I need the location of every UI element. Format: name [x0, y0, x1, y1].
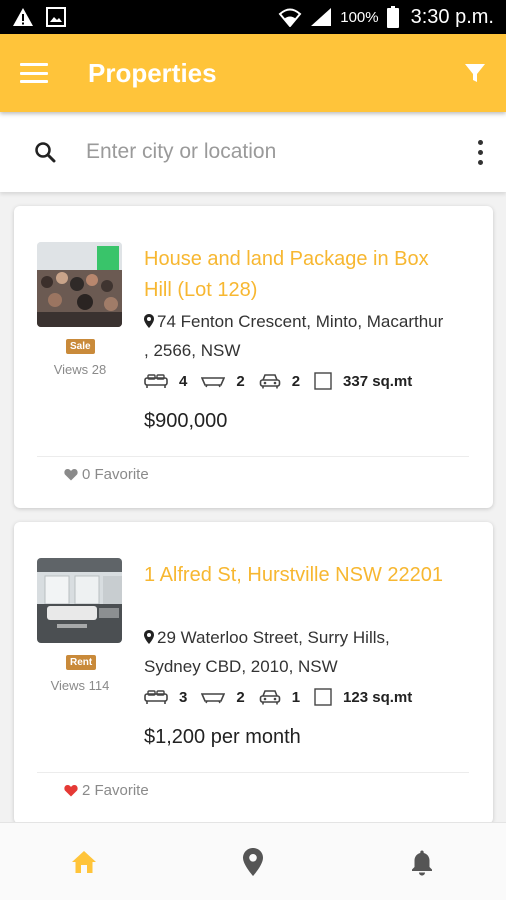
heart-icon [64, 469, 78, 481]
card-divider [37, 772, 469, 773]
area-size: 123 sq.mt [343, 688, 413, 706]
search-bar [0, 112, 506, 192]
property-photo[interactable] [37, 558, 122, 643]
address-text: 29 Waterloo Street, Surry Hills, Sydney … [144, 628, 390, 676]
app-bar: Properties [0, 34, 506, 112]
property-price: $1,200 per month [144, 726, 301, 748]
cars-count: 1 [291, 688, 301, 706]
favorite-count: 2 Favorite [82, 782, 149, 799]
signal-icon [311, 8, 332, 26]
image-icon [46, 7, 66, 27]
filter-icon[interactable] [464, 62, 486, 84]
property-price: $900,000 [144, 410, 228, 432]
favorite-count: 0 Favorite [82, 466, 149, 483]
property-features: 3 2 1 123 sq.mt [144, 688, 426, 706]
search-input[interactable] [86, 140, 476, 164]
page-title: Properties [88, 57, 217, 88]
property-card[interactable]: Sale Views 28 House and land Package in … [14, 206, 493, 508]
status-time: 3:30 p.m. [410, 5, 494, 28]
listing-type-badge: Rent [66, 655, 97, 670]
menu-icon[interactable] [20, 63, 48, 83]
beds-count: 3 [179, 688, 188, 706]
property-title[interactable]: 1 Alfred St, Hurstville NSW 22201 [144, 560, 444, 591]
property-card[interactable]: Rent Views 114 1 Alfred St, Hurstville N… [14, 522, 493, 824]
area-icon [314, 372, 332, 390]
beds-count: 4 [179, 372, 188, 390]
battery-icon [386, 6, 399, 28]
favorite-button[interactable]: 0 Favorite [64, 466, 149, 483]
baths-count: 2 [236, 688, 245, 706]
baths-count: 2 [236, 372, 245, 390]
listing-type-badge: Sale [66, 339, 95, 354]
car-icon [259, 374, 280, 389]
property-title[interactable]: House and land Package in Box Hill (Lot … [144, 244, 444, 306]
search-icon[interactable] [34, 141, 56, 163]
nav-home[interactable] [44, 832, 124, 892]
property-features: 4 2 2 337 sq.mt [144, 372, 426, 390]
area-size: 337 sq.mt [343, 372, 413, 390]
cars-count: 2 [291, 372, 301, 390]
more-vert-icon[interactable] [476, 139, 484, 165]
property-address: 74 Fenton Crescent, Minto, Macarthur , 2… [144, 307, 444, 365]
location-pin-icon [144, 314, 154, 328]
status-bar: 100% 3:30 p.m. [0, 0, 506, 34]
area-icon [314, 688, 332, 706]
car-icon [259, 690, 280, 705]
warning-icon [13, 8, 33, 26]
address-text: 74 Fenton Crescent, Minto, Macarthur , 2… [144, 312, 444, 360]
location-pin-icon [144, 630, 154, 644]
card-divider [37, 456, 469, 457]
notification-bell-icon [411, 850, 432, 875]
wifi-icon [278, 8, 302, 27]
bed-icon [144, 690, 168, 704]
heart-icon [64, 785, 78, 797]
bathtub-icon [201, 377, 226, 388]
battery-percent: 100% [340, 8, 379, 26]
property-address: 29 Waterloo Street, Surry Hills, Sydney … [144, 623, 444, 681]
favorite-button[interactable]: 2 Favorite [64, 782, 149, 799]
property-photo[interactable] [37, 242, 122, 327]
home-icon [72, 850, 97, 873]
bathtub-icon [201, 693, 226, 704]
views-count: Views 28 [53, 362, 107, 377]
bottom-navigation [0, 822, 506, 900]
views-count: Views 114 [50, 678, 110, 693]
location-pin-icon [242, 847, 263, 876]
nav-notifications[interactable] [382, 832, 462, 892]
nav-map[interactable] [213, 832, 293, 892]
bed-icon [144, 374, 168, 388]
